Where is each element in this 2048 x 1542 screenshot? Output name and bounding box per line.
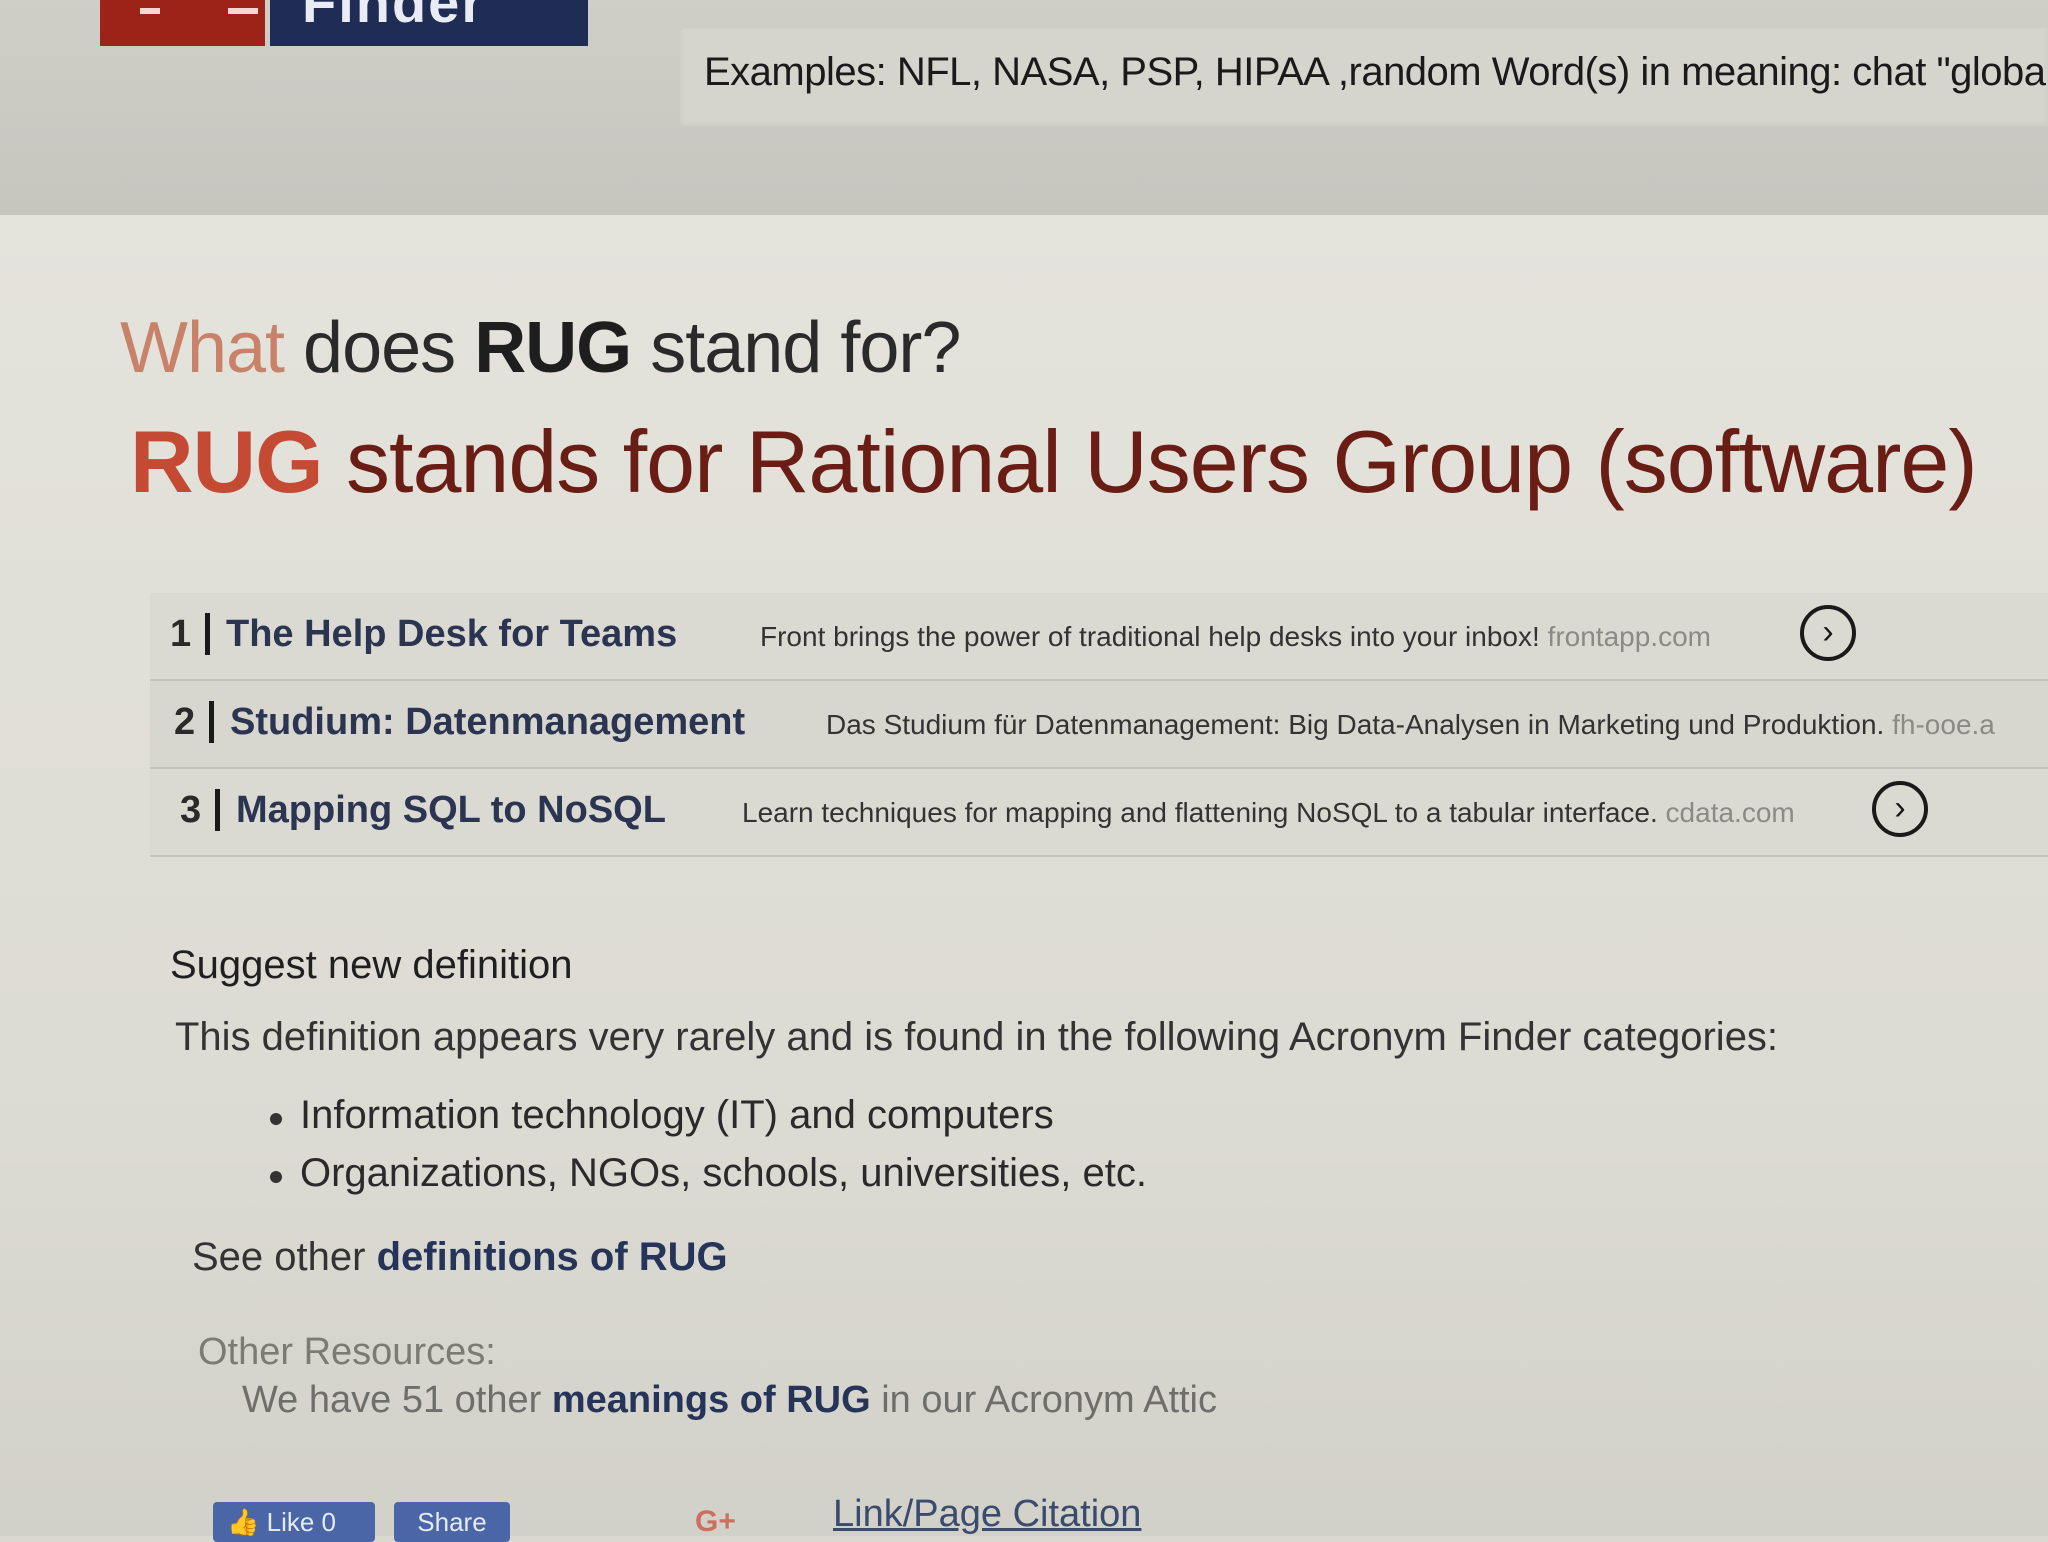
- ad-domain[interactable]: cdata.com: [1658, 797, 1795, 828]
- category-list: Information technology (IT) and computer…: [270, 1093, 1147, 1209]
- category-item[interactable]: Organizations, NGOs, schools, universiti…: [270, 1151, 1147, 1209]
- facebook-like-button[interactable]: 👍 Like 0: [213, 1502, 375, 1542]
- ad-divider: [209, 701, 214, 743]
- site-header: Finder Examples: NFL, NASA, PSP, HIPAA ,…: [0, 0, 2048, 215]
- answer-text: stands for Rational Users Group (softwar…: [322, 412, 1978, 511]
- sponsored-links: 1 The Help Desk for Teams Front brings t…: [150, 593, 2048, 857]
- ad-number: 3: [180, 789, 202, 831]
- page-title: RUG stands for Rational Users Group (sof…: [130, 411, 1978, 513]
- ad-description: Learn techniques for mapping and flatten…: [742, 797, 1795, 829]
- page-question: What does RUG stand for?: [120, 307, 961, 389]
- ad-title[interactable]: The Help Desk for Teams: [226, 613, 677, 656]
- main-content: What does RUG stand for? RUG stands for …: [0, 215, 2048, 1542]
- category-item[interactable]: Information technology (IT) and computer…: [270, 1093, 1147, 1151]
- acronym-attic-text: We have 51 other meanings of RUG in our …: [242, 1379, 1217, 1422]
- answer-acronym: RUG: [130, 412, 324, 511]
- ad-row[interactable]: 2 Studium: Datenmanagement Das Studium f…: [150, 681, 2048, 769]
- attic-post: in our Acronym Attic: [870, 1379, 1218, 1421]
- logo-text: Finder: [302, 0, 486, 34]
- see-other-label: See other: [192, 1235, 377, 1279]
- definitions-link[interactable]: definitions of RUG: [377, 1235, 728, 1279]
- definition-frequency-text: This definition appears very rarely and …: [175, 1015, 1779, 1059]
- logo-mark-stroke: [228, 8, 258, 14]
- meanings-link[interactable]: meanings of RUG: [552, 1379, 871, 1421]
- ad-description: Front brings the power of traditional he…: [760, 621, 1711, 653]
- question-acronym: RUG: [474, 308, 632, 388]
- ad-description-text: Das Studium für Datenmanagement: Big Dat…: [826, 709, 1885, 740]
- facebook-share-button[interactable]: Share: [394, 1502, 510, 1542]
- logo-mark[interactable]: [100, 0, 265, 46]
- google-plus-icon[interactable]: G+: [695, 1505, 736, 1539]
- like-label: Like 0: [266, 1507, 336, 1537]
- suggest-definition-link[interactable]: Suggest new definition: [170, 943, 573, 988]
- logo-mark-stroke: [140, 8, 160, 14]
- search-examples-box: Examples: NFL, NASA, PSP, HIPAA ,random …: [680, 28, 2048, 126]
- ad-domain[interactable]: fh-ooe.a: [1884, 709, 1995, 740]
- see-other-definitions: See other definitions of RUG: [192, 1235, 728, 1280]
- ad-divider: [205, 613, 210, 655]
- ad-divider: [215, 789, 220, 831]
- ad-number: 1: [170, 613, 192, 655]
- ad-description-text: Front brings the power of traditional he…: [760, 621, 1540, 652]
- ad-row[interactable]: 1 The Help Desk for Teams Front brings t…: [150, 593, 2048, 681]
- ad-title[interactable]: Studium: Datenmanagement: [230, 701, 745, 744]
- chevron-right-icon[interactable]: ›: [1872, 781, 1928, 837]
- question-pre: does: [284, 308, 475, 388]
- ad-row[interactable]: 3 Mapping SQL to NoSQL Learn techniques …: [150, 769, 2048, 857]
- other-resources-heading: Other Resources:: [198, 1331, 496, 1373]
- chevron-right-icon[interactable]: ›: [1800, 605, 1856, 661]
- ad-domain[interactable]: frontapp.com: [1540, 621, 1711, 652]
- ad-title[interactable]: Mapping SQL to NoSQL: [236, 789, 666, 832]
- ad-description-text: Learn techniques for mapping and flatten…: [742, 797, 1658, 828]
- search-examples-text: Examples: NFL, NASA, PSP, HIPAA ,random …: [704, 50, 2048, 94]
- ad-number: 2: [174, 701, 196, 743]
- question-post: stand for?: [631, 308, 961, 388]
- thumbs-up-icon: 👍: [227, 1507, 260, 1537]
- attic-pre: We have 51 other: [242, 1379, 552, 1421]
- question-lead: What: [120, 308, 285, 388]
- ad-description: Das Studium für Datenmanagement: Big Dat…: [826, 709, 1995, 741]
- logo-wordmark[interactable]: Finder: [270, 0, 588, 46]
- page-citation-link[interactable]: Link/Page Citation: [833, 1493, 1141, 1536]
